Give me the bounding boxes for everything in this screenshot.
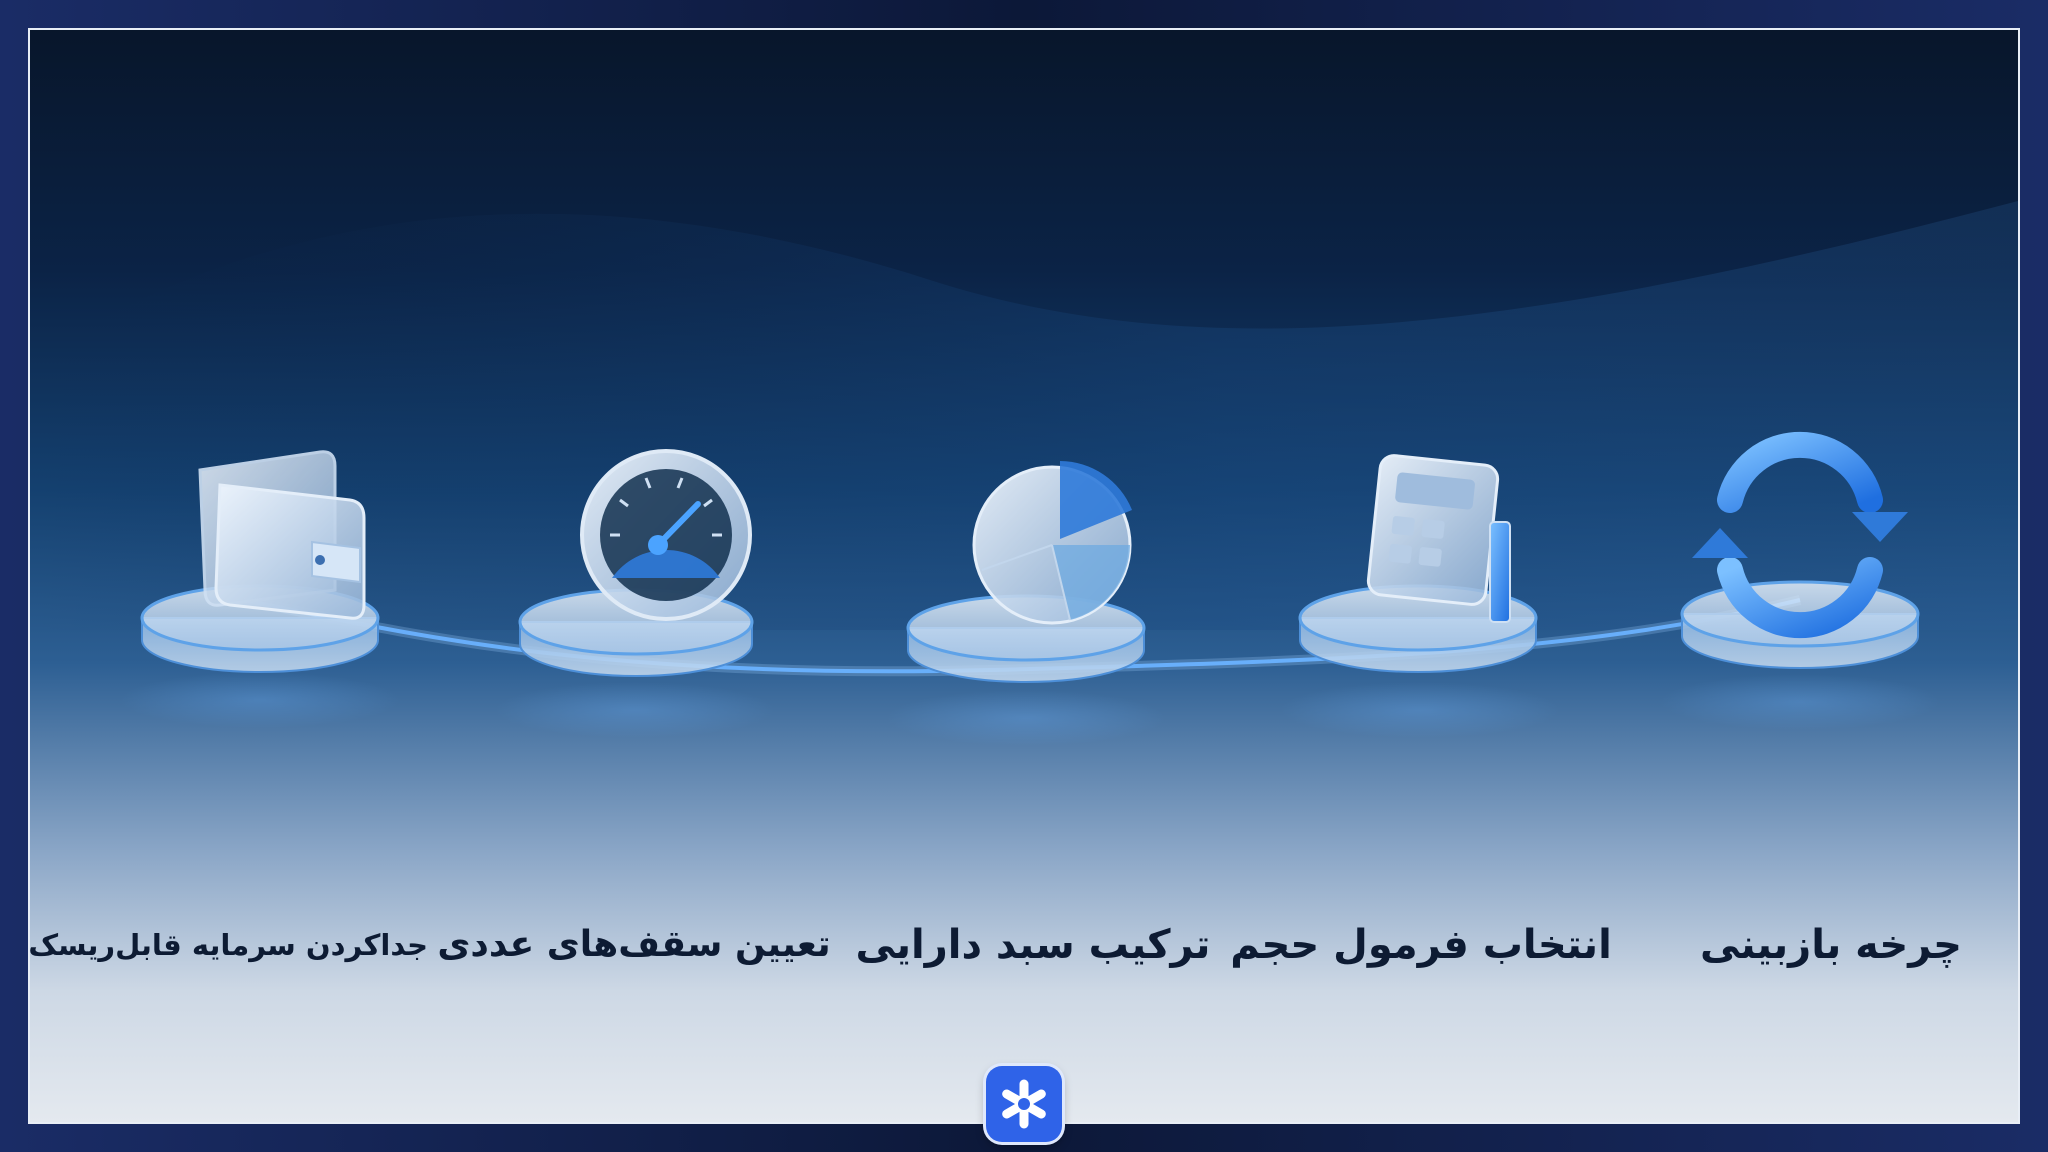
step-label-risk-capital: جداکردن سرمایه قابل‌ریسک [52,900,428,990]
step-label-asset-basket: ترکیب سبد دارایی [848,900,1218,990]
step-label-revision-cycle: چرخه بازبینی [1666,900,1996,990]
step-label-volume-formula: انتخاب فرمول حجم [1226,900,1616,990]
speedometer-icon [582,451,750,619]
asterisk-glyph [998,1078,1050,1130]
asterisk-logo-icon [986,1066,1062,1142]
slide-panel: چرخه بازبینی انتخاب فرمول حجم ترکیب سبد … [28,28,2020,1124]
step-label-numeric-caps: تعیین سقف‌های عددی [430,900,838,990]
